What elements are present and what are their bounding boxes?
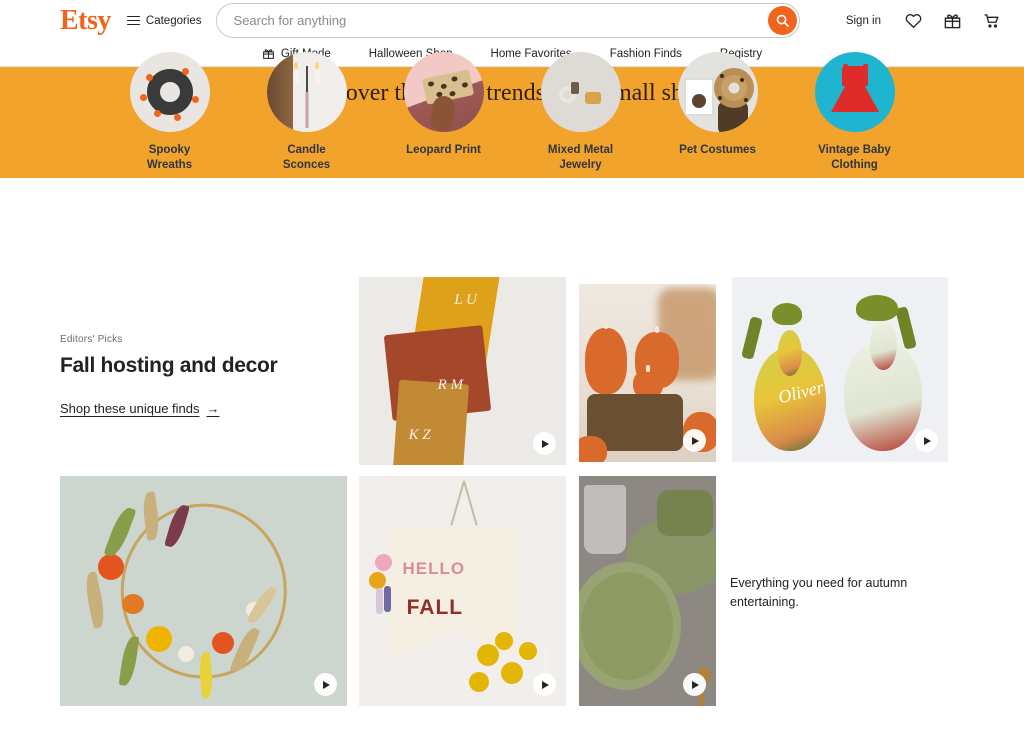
candle-sconce-photo: [266, 52, 347, 132]
category-spooky-wreaths[interactable]: Spooky Wreaths: [120, 52, 220, 172]
category-label: Mixed Metal Jewelry: [547, 144, 614, 171]
etsy-logo[interactable]: Etsy: [60, 6, 111, 35]
categories-label: Categories: [145, 14, 202, 27]
category-label: Leopard Print: [406, 144, 481, 156]
shop-finds-link[interactable]: Shop these unique finds →: [60, 401, 220, 416]
halloween-wreath-photo: [129, 52, 210, 132]
category-leopard-print[interactable]: Leopard Print: [394, 52, 494, 172]
search-icon: [776, 14, 789, 27]
editors-picks-grid: Editors' Picks Fall hosting and decor Sh…: [60, 274, 964, 714]
page-title: Fall hosting and decor: [60, 354, 278, 377]
categories-button[interactable]: Categories: [126, 14, 202, 27]
editors-picks-section: Editors' Picks Fall hosting and decor Sh…: [0, 178, 1024, 714]
category-vintage-baby-clothing[interactable]: Vintage Baby Clothing: [805, 52, 905, 172]
favorites-heart-icon[interactable]: [902, 10, 924, 32]
category-label: Spooky Wreaths: [146, 144, 193, 171]
autumn-entertaining-caption: Everything you need for autumn entertain…: [730, 576, 908, 609]
red-baby-dress-photo: [814, 52, 895, 132]
editors-picks-promo: Editors' Picks Fall hosting and decor Sh…: [60, 334, 320, 418]
monogram-text: L U: [454, 292, 477, 309]
header-actions: Sign in: [846, 10, 1002, 32]
fall-text: FALL: [406, 595, 464, 619]
tile-ceramic-plates[interactable]: [579, 476, 716, 706]
tile-monogrammed-napkins[interactable]: L U R M K Z: [359, 277, 566, 465]
category-label: Candle Sconces: [282, 144, 331, 171]
leopard-print-clutch-photo: [403, 52, 484, 132]
eyebrow-label: Editors' Picks: [60, 334, 123, 345]
monogram-text: K Z: [408, 427, 431, 444]
category-candle-sconces[interactable]: Candle Sconces: [257, 52, 357, 172]
category-pet-costumes[interactable]: Pet Costumes: [668, 52, 768, 172]
cart-icon[interactable]: [980, 10, 1002, 32]
header-top-row: Etsy Categories Sign in: [0, 0, 1024, 41]
category-mixed-metal-jewelry[interactable]: Mixed Metal Jewelry: [531, 52, 631, 172]
play-button[interactable]: [533, 432, 556, 455]
play-button[interactable]: [683, 429, 706, 452]
play-button[interactable]: [915, 429, 938, 452]
sign-in-link[interactable]: Sign in: [846, 15, 881, 27]
mixed-metal-jewelry-photo: [540, 52, 621, 132]
search-bar: [215, 3, 800, 38]
category-label: Pet Costumes: [679, 144, 756, 156]
category-circle-list: Spooky Wreaths Candle Sconces Leopard Pr…: [0, 52, 1024, 172]
gift-icon[interactable]: [941, 10, 963, 32]
tile-hello-fall-banner[interactable]: HELLO FALL: [359, 476, 566, 706]
arrow-right-icon: →: [206, 401, 220, 416]
search-submit-button[interactable]: [767, 6, 797, 35]
pet-donut-costume-photo: [677, 52, 758, 132]
play-button[interactable]: [683, 673, 706, 696]
tile-dried-flower-wreath[interactable]: [60, 476, 347, 706]
play-button[interactable]: [533, 673, 556, 696]
play-button[interactable]: [314, 673, 337, 696]
monogram-text: R M: [437, 376, 464, 393]
category-label: Vintage Baby Clothing: [818, 144, 891, 171]
shop-finds-label: Shop these unique finds: [60, 401, 200, 416]
tile-decorative-pears[interactable]: Oliver: [732, 277, 948, 462]
hamburger-icon: [126, 16, 140, 25]
tile-pumpkin-candles[interactable]: [579, 284, 716, 462]
hello-text: HELLO: [402, 558, 466, 578]
search-input[interactable]: [215, 3, 800, 38]
